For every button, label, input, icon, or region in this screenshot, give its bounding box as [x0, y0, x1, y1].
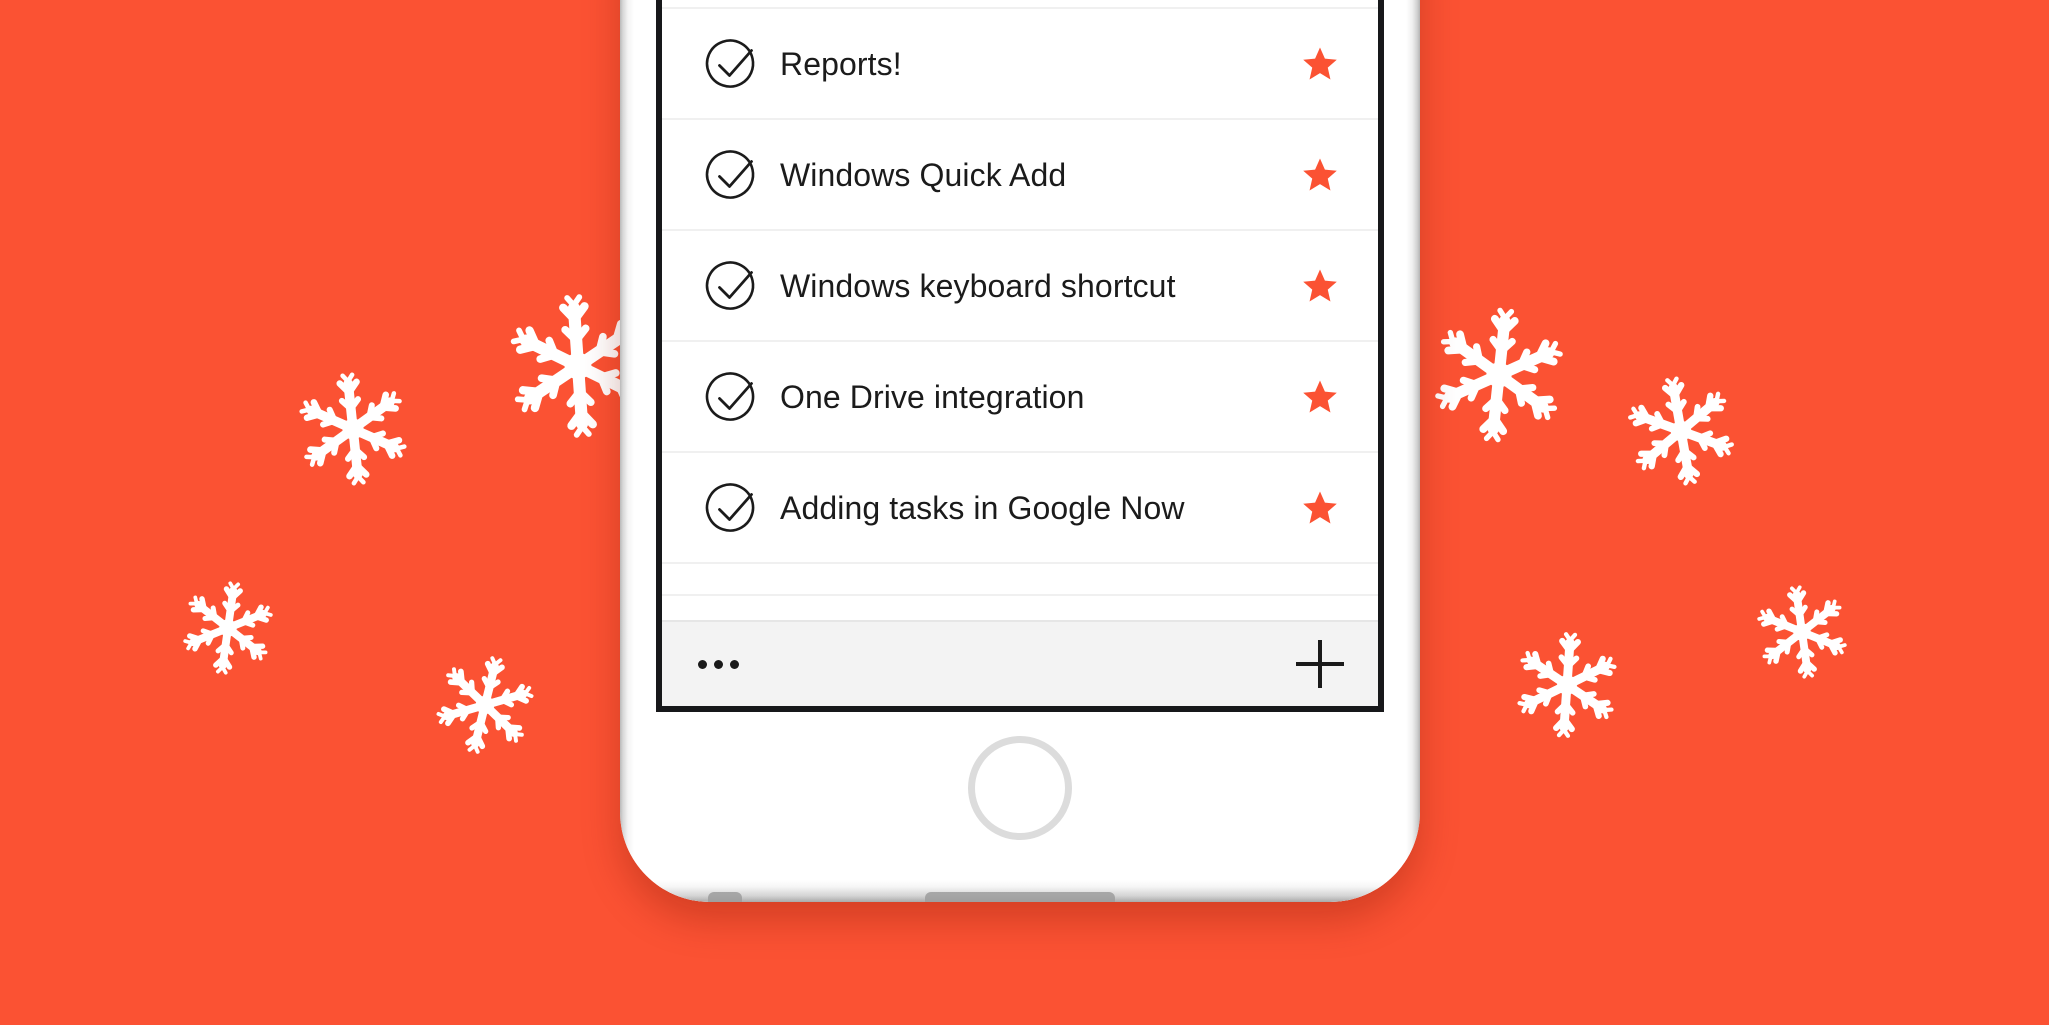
task-list[interactable]: Reports! Windows Quick Add Windows keyboar…	[662, 0, 1378, 620]
star-filled-icon[interactable]	[1288, 365, 1352, 429]
phone-body: Reports! Windows Quick Add Windows keyboar…	[620, 0, 1420, 902]
snowflake-icon	[1417, 293, 1582, 458]
task-title: Reports!	[780, 45, 902, 82]
more-options-button[interactable]	[692, 646, 745, 683]
add-task-button[interactable]	[1292, 636, 1348, 692]
task-title: Windows Quick Add	[780, 156, 1067, 193]
task-row[interactable]: Windows Quick Add	[662, 120, 1378, 231]
star-filled-icon[interactable]	[1288, 32, 1352, 96]
iphone-device-mockup: Reports! Windows Quick Add Windows keyboar…	[620, 0, 1420, 902]
home-button[interactable]	[968, 736, 1072, 840]
device-speaker-notch	[925, 892, 1115, 902]
task-row[interactable]: Reports!	[662, 9, 1378, 120]
task-row[interactable]: One Drive integration	[662, 342, 1378, 453]
snowflake-icon	[418, 638, 551, 771]
snowflake-icon	[1743, 573, 1860, 690]
task-row[interactable]: Windows keyboard shortcut	[662, 231, 1378, 342]
ellipsis-icon-dot-2	[714, 659, 723, 669]
star-filled-icon[interactable]	[1288, 476, 1352, 540]
check-circle-icon[interactable]	[705, 371, 758, 423]
snowflake-icon	[284, 360, 422, 498]
snowflake-icon	[1610, 360, 1751, 501]
task-row-partial-above	[662, 0, 1378, 9]
bottom-toolbar	[662, 620, 1378, 706]
snowflake-icon	[169, 569, 286, 686]
task-title: Adding tasks in Google Now	[780, 489, 1185, 526]
check-circle-icon[interactable]	[705, 149, 758, 201]
task-row[interactable]: Adding tasks in Google Now	[662, 453, 1378, 564]
device-headphone-notch	[708, 892, 742, 902]
check-circle-icon[interactable]	[705, 482, 758, 534]
ellipsis-icon-dot-1	[698, 659, 707, 669]
task-title: One Drive integration	[780, 378, 1085, 415]
task-title: Windows keyboard shortcut	[780, 267, 1176, 304]
star-filled-icon[interactable]	[1288, 254, 1352, 318]
check-circle-icon[interactable]	[705, 38, 758, 90]
check-circle-icon[interactable]	[705, 260, 758, 312]
ellipsis-icon-dot-3	[730, 659, 739, 669]
app-screen: Reports! Windows Quick Add Windows keyboar…	[662, 0, 1378, 706]
phone-screen-bezel: Reports! Windows Quick Add Windows keyboar…	[656, 0, 1384, 712]
snowflake-icon	[1504, 622, 1630, 748]
star-filled-icon[interactable]	[1288, 143, 1352, 207]
promo-canvas: Reports! Windows Quick Add Windows keyboar…	[0, 0, 2049, 1025]
task-row-partial-below	[662, 564, 1378, 596]
